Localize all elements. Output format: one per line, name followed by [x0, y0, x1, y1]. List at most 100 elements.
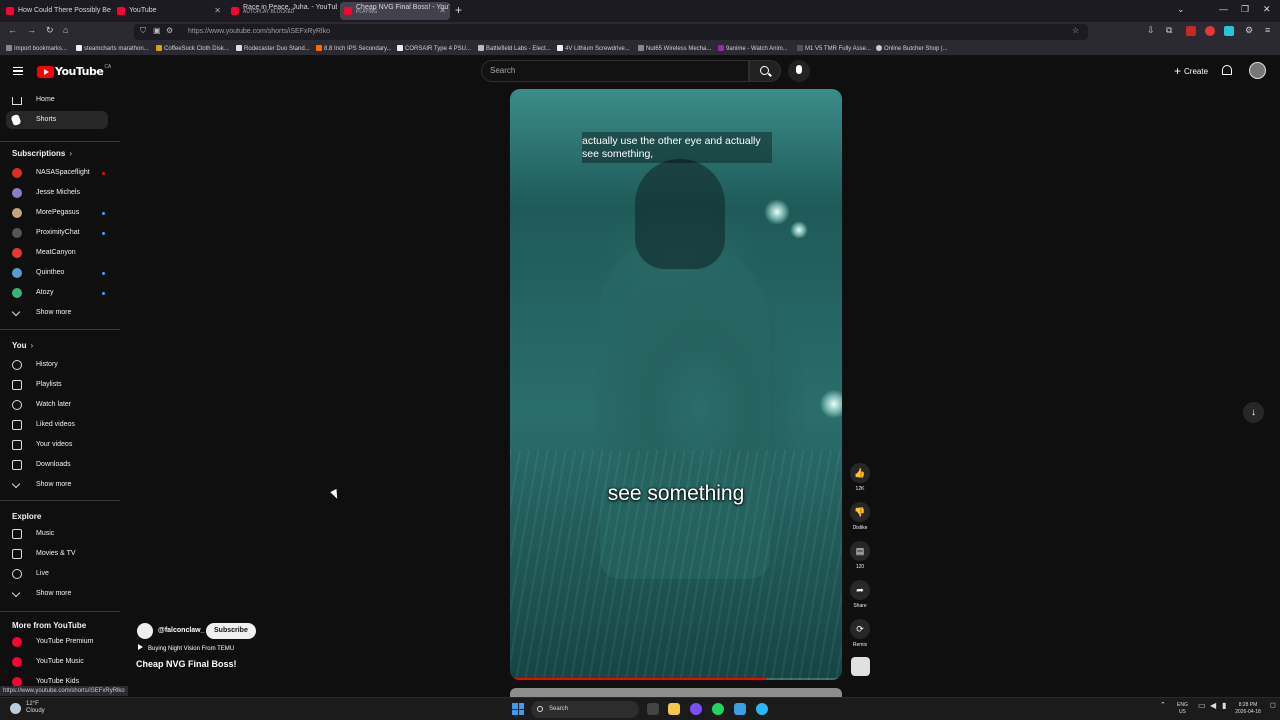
- bookmark-item[interactable]: Import bookmarks...: [6, 42, 67, 56]
- back-icon[interactable]: ←: [8, 25, 17, 35]
- tab-list-chevron-icon[interactable]: ⌄: [1177, 4, 1185, 15]
- sidebar-item-your-videos[interactable]: Your videos: [6, 436, 108, 454]
- next-video-button[interactable]: ↓: [1243, 402, 1264, 423]
- address-bar[interactable]: ⛉ ▣ ⚙ https://www.youtube.com/shorts/iSE…: [134, 24, 1088, 40]
- sidebar-item-playlists[interactable]: Playlists: [6, 376, 108, 394]
- shorts-video-player[interactable]: actually use the other eye and actually …: [510, 89, 842, 680]
- browser-tab-1[interactable]: How Could There Possibly Be A: [2, 2, 112, 20]
- close-tab-icon[interactable]: ✕: [439, 2, 446, 20]
- subscriptions-heading[interactable]: Subscriptions ›: [12, 149, 72, 158]
- sound-thumbnail[interactable]: [851, 657, 870, 676]
- search-input[interactable]: Search: [481, 60, 749, 82]
- extension-icon[interactable]: [1186, 26, 1196, 36]
- dislike-button[interactable]: 👎 Dislike: [850, 502, 870, 531]
- sidebar-item-show-more[interactable]: Show more: [6, 585, 108, 603]
- bookmark-item[interactable]: 8.8 Inch IPS Secondary...: [316, 42, 392, 56]
- share-button[interactable]: ➦ Share: [850, 580, 870, 609]
- bookmark-item[interactable]: 9anime - Watch Anim...: [718, 42, 788, 56]
- sound-link[interactable]: Buying Night Vision From TEMU: [138, 644, 234, 652]
- battery-icon[interactable]: ▮: [1222, 702, 1226, 710]
- close-window-icon[interactable]: ✕: [1263, 4, 1271, 15]
- bookmark-item[interactable]: CORSAIR Type 4 PSU...: [397, 42, 471, 56]
- sidebar-item-quintheo[interactable]: Quintheo: [6, 264, 108, 282]
- hamburger-menu-icon[interactable]: ≡: [1265, 25, 1270, 35]
- windows-start-icon[interactable]: [512, 703, 524, 715]
- sidebar-item-show-more[interactable]: Show more: [6, 476, 108, 494]
- sidebar-item-youtube-music[interactable]: YouTube Music: [6, 653, 108, 671]
- weather-icon[interactable]: [10, 703, 21, 714]
- notifications-icon[interactable]: ◻: [1270, 702, 1276, 709]
- volume-icon[interactable]: ◀: [1210, 702, 1216, 710]
- sidebar-item-music[interactable]: Music: [6, 525, 108, 543]
- guide-menu-icon[interactable]: [13, 67, 23, 75]
- sidebar-item-history[interactable]: History: [6, 356, 108, 374]
- new-tab-icon[interactable]: +: [455, 3, 462, 17]
- sidebar-item-meatcanyon[interactable]: MeatCanyon: [6, 244, 108, 262]
- sidebar-item-live[interactable]: Live: [6, 565, 108, 583]
- comments-button[interactable]: ▤ 120: [850, 541, 870, 570]
- short-title[interactable]: Cheap NVG Final Boss!: [136, 659, 237, 669]
- taskbar-search[interactable]: Search: [531, 701, 639, 718]
- bookmark-item[interactable]: Nut65 Wireless Mecha...: [638, 42, 711, 56]
- sidebar-item-proximitychat[interactable]: ProximityChat: [6, 224, 108, 242]
- subscribe-button[interactable]: Subscribe: [206, 623, 256, 639]
- video-progress-bar[interactable]: [510, 678, 842, 680]
- network-icon[interactable]: ▭: [1198, 702, 1206, 710]
- sidebar-item-nasaspaceflight[interactable]: NASASpaceflight: [6, 164, 108, 182]
- sidebar-item-atozy[interactable]: Atozy: [6, 284, 108, 302]
- app-menu-icon[interactable]: ⚙: [1245, 25, 1253, 36]
- tray-chevron-icon[interactable]: ⌃: [1160, 702, 1166, 709]
- weather-widget[interactable]: 12°F Cloudy: [26, 701, 45, 715]
- spotify-icon[interactable]: [712, 703, 724, 715]
- search-button[interactable]: [749, 60, 781, 82]
- bookmark-item[interactable]: CoffeeSock Cloth Disk...: [156, 42, 229, 56]
- browser-tab-2[interactable]: YouTube ✕: [113, 2, 225, 20]
- discord-icon[interactable]: [690, 703, 702, 715]
- account-avatar[interactable]: [1249, 62, 1266, 79]
- browser-icon[interactable]: [756, 703, 768, 715]
- sidebar-item-home[interactable]: Home: [6, 91, 108, 109]
- bookmark-star-icon[interactable]: ☆: [1072, 26, 1079, 35]
- sidebar-item-show-more[interactable]: Show more: [6, 304, 108, 322]
- clock[interactable]: 8:28 PM 2026-04-18: [1228, 702, 1268, 716]
- notifications-bell-icon[interactable]: [1222, 65, 1232, 75]
- bookmark-item[interactable]: Battlefield Labs - Elect...: [478, 42, 551, 56]
- create-button[interactable]: + Create: [1168, 60, 1214, 82]
- remix-button[interactable]: ⟳ Remix: [850, 619, 870, 648]
- bookmark-item[interactable]: Online Butcher Shop |...: [876, 42, 948, 56]
- close-tab-icon[interactable]: ✕: [214, 2, 221, 20]
- bookmark-item[interactable]: M1 V5 TMR Fully Asse...: [797, 42, 871, 56]
- browser-tab-4-active[interactable]: Cheap NVG Final Boss! - YouTu PLAYING ✕: [340, 2, 450, 20]
- bookmark-item[interactable]: steamcharts marathon...: [76, 42, 149, 56]
- task-view-icon[interactable]: [647, 703, 659, 715]
- reload-icon[interactable]: ↻: [46, 25, 54, 36]
- extensions-icon[interactable]: ⧉: [1166, 25, 1172, 36]
- sidebar-item-shorts[interactable]: Shorts: [6, 111, 108, 129]
- extension-icon[interactable]: [1224, 26, 1234, 36]
- sidebar-item-downloads[interactable]: Downloads: [6, 456, 108, 474]
- channel-name[interactable]: @falconclaw_: [158, 623, 205, 639]
- bookmark-item[interactable]: 4V Lithium Screwdrive...: [557, 42, 630, 56]
- sidebar-item-movies-tv[interactable]: Movies & TV: [6, 545, 108, 563]
- lock-icon[interactable]: ▣: [153, 26, 161, 35]
- file-explorer-icon[interactable]: [668, 703, 680, 715]
- voice-search-button[interactable]: [788, 60, 810, 82]
- sidebar-item-morepegasus[interactable]: MorePegasus: [6, 204, 108, 222]
- minimize-icon[interactable]: —: [1219, 4, 1228, 14]
- bookmark-item[interactable]: Rodecaster Duo Stand...: [236, 42, 310, 56]
- language-indicator[interactable]: ENG US: [1177, 702, 1188, 716]
- extension-icon[interactable]: [1205, 26, 1215, 36]
- downloads-icon[interactable]: ⇩: [1147, 25, 1155, 36]
- you-heading[interactable]: You ›: [12, 341, 33, 350]
- browser-tab-3[interactable]: Race in Peace, Juha. - YouTube AUTOPLAY …: [227, 2, 337, 20]
- channel-avatar[interactable]: [137, 623, 153, 639]
- permissions-icon[interactable]: ⚙: [166, 26, 173, 35]
- shield-icon[interactable]: ⛉: [140, 26, 146, 36]
- like-button[interactable]: 👍 12K: [850, 463, 870, 492]
- sidebar-item-watch-later[interactable]: Watch later: [6, 396, 108, 414]
- home-icon[interactable]: ⌂: [63, 25, 68, 35]
- sidebar-item-liked-videos[interactable]: Liked videos: [6, 416, 108, 434]
- youtube-logo[interactable]: YouTubeCA: [37, 64, 111, 78]
- sidebar-item-jesse-michels[interactable]: Jesse Michels: [6, 184, 108, 202]
- app-icon[interactable]: [734, 703, 746, 715]
